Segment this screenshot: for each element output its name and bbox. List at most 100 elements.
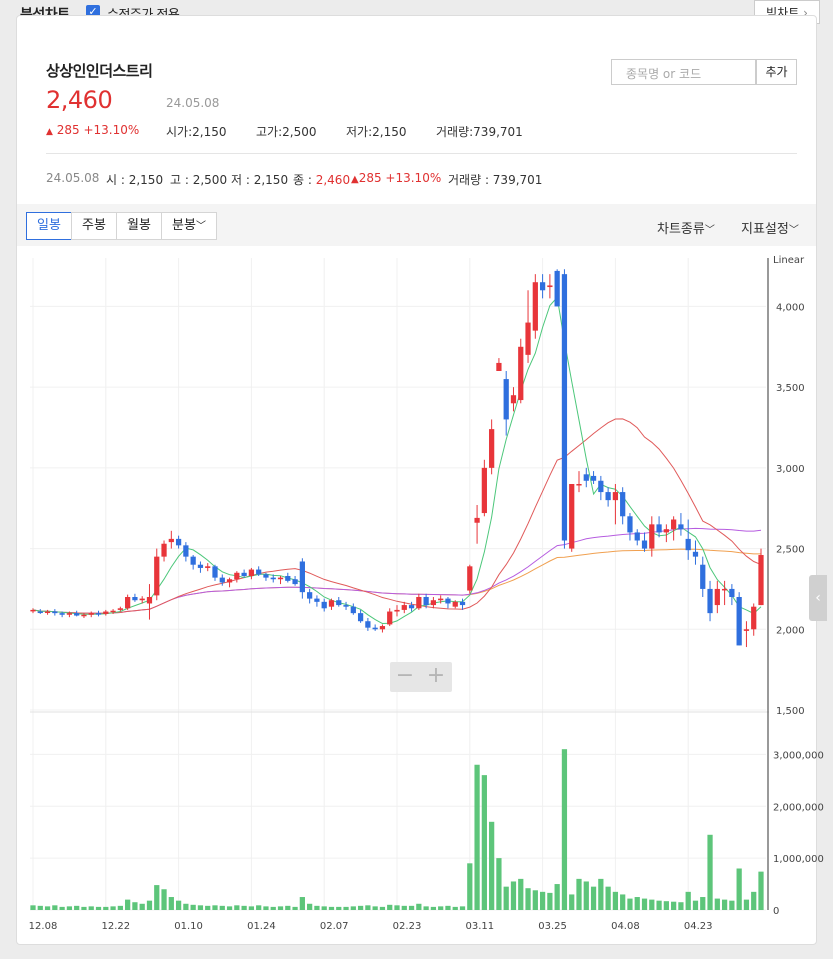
candle-body bbox=[627, 516, 633, 533]
x-tick-label: 04.08 bbox=[611, 921, 640, 932]
volume-bar bbox=[95, 906, 102, 910]
volume-bar bbox=[569, 894, 575, 910]
volume-bar bbox=[277, 906, 284, 910]
candle-body bbox=[481, 467, 487, 514]
candle-body bbox=[518, 346, 524, 401]
candle-body bbox=[430, 600, 437, 606]
volume-bar bbox=[372, 906, 378, 910]
volume-bar bbox=[328, 906, 335, 910]
volume-bar bbox=[234, 905, 240, 910]
candle-body bbox=[30, 609, 36, 612]
volume-bar bbox=[561, 749, 568, 910]
candle-body bbox=[66, 613, 73, 615]
volume-bar bbox=[30, 905, 36, 910]
volume-bar bbox=[125, 899, 131, 910]
candle-body bbox=[416, 597, 422, 609]
volume-bar bbox=[74, 905, 80, 910]
price-tick-label: 2,000 bbox=[776, 625, 805, 636]
candle-body bbox=[205, 566, 211, 568]
volume-tick-label: 1,000,000 bbox=[773, 854, 824, 865]
volume-bar bbox=[110, 906, 116, 910]
price-tick-label: 4,000 bbox=[776, 302, 805, 313]
volume-bar bbox=[430, 906, 437, 910]
volume-bar bbox=[314, 905, 320, 910]
candle-body bbox=[423, 597, 429, 606]
candle-body bbox=[285, 576, 291, 581]
volume-bar bbox=[496, 858, 502, 910]
volume-bar bbox=[416, 903, 422, 910]
candle-body bbox=[743, 629, 750, 631]
candle-body bbox=[583, 474, 589, 481]
volume-bar bbox=[52, 905, 58, 910]
volume-bar bbox=[117, 905, 123, 910]
zoom-in-button[interactable]: + bbox=[421, 664, 451, 688]
candle-body bbox=[532, 282, 538, 331]
candle-body bbox=[634, 532, 640, 541]
candle-body bbox=[183, 545, 189, 557]
volume-bar bbox=[183, 903, 189, 910]
candle-body bbox=[365, 621, 371, 628]
candle-body bbox=[569, 484, 575, 549]
volume-tick-label: 2,000,000 bbox=[773, 802, 824, 813]
x-tick-label: 03.11 bbox=[465, 921, 494, 932]
volume-bar bbox=[474, 764, 480, 910]
volume-bar bbox=[357, 905, 364, 910]
candle-body bbox=[146, 597, 153, 604]
candle-body bbox=[641, 540, 648, 549]
volume-bar bbox=[343, 906, 349, 910]
candle-body bbox=[605, 492, 611, 501]
stock-chart[interactable]: Linear 1,500 2,000 2,500 3,000 3,500 4,000 0 1,0… bbox=[0, 0, 833, 959]
candle-body bbox=[503, 379, 509, 420]
volume-bar bbox=[649, 899, 655, 910]
volume-bar bbox=[736, 868, 742, 910]
volume-bar bbox=[226, 906, 233, 910]
candle-body bbox=[241, 572, 247, 577]
volume-bar bbox=[678, 902, 684, 910]
candle-body bbox=[576, 484, 582, 486]
volume-bar bbox=[438, 906, 444, 910]
volume-bar bbox=[714, 898, 720, 910]
candle-body bbox=[671, 519, 677, 530]
collapse-panel-button[interactable]: ‹ bbox=[809, 575, 827, 621]
candle-body bbox=[721, 588, 728, 591]
volume-bar bbox=[379, 906, 386, 910]
volume-bar bbox=[256, 905, 262, 910]
candle-body bbox=[175, 538, 182, 546]
candle-body bbox=[620, 492, 626, 517]
volume-bar bbox=[627, 898, 633, 910]
volume-bar bbox=[459, 906, 466, 910]
volume-bar bbox=[146, 900, 153, 910]
candle-body bbox=[248, 569, 255, 577]
volume-bar bbox=[663, 901, 669, 910]
x-tick-label: 01.24 bbox=[247, 921, 276, 932]
candle-body bbox=[751, 606, 757, 630]
candle-body bbox=[445, 598, 451, 604]
candle-body bbox=[52, 611, 58, 614]
volume-bar bbox=[671, 901, 677, 910]
candle-body bbox=[467, 566, 473, 591]
volume-bar bbox=[489, 821, 495, 910]
volume-bar bbox=[190, 904, 196, 910]
zoom-out-button[interactable]: − bbox=[390, 664, 420, 688]
candle-body bbox=[649, 524, 655, 549]
volume-bar bbox=[758, 871, 764, 910]
volume-bar bbox=[503, 886, 509, 910]
candle-body bbox=[736, 597, 742, 646]
volume-bar bbox=[445, 905, 451, 910]
volume-bar bbox=[270, 906, 276, 910]
candle-body bbox=[88, 613, 94, 615]
price-tick-label: 1,500 bbox=[776, 706, 805, 717]
volume-bar bbox=[539, 891, 546, 910]
candle-body bbox=[299, 561, 305, 593]
x-tick-label: 02.23 bbox=[393, 921, 422, 932]
price-tick-label: 2,500 bbox=[776, 545, 805, 556]
volume-bar bbox=[481, 775, 487, 910]
volume-bar bbox=[44, 906, 51, 910]
volume-bar bbox=[576, 878, 582, 910]
volume-bar bbox=[161, 889, 167, 910]
volume-bar bbox=[634, 897, 640, 910]
candle-body bbox=[212, 566, 218, 578]
volume-bar bbox=[205, 905, 211, 910]
zoom-controls: − + bbox=[390, 662, 452, 692]
candle-body bbox=[234, 572, 240, 580]
